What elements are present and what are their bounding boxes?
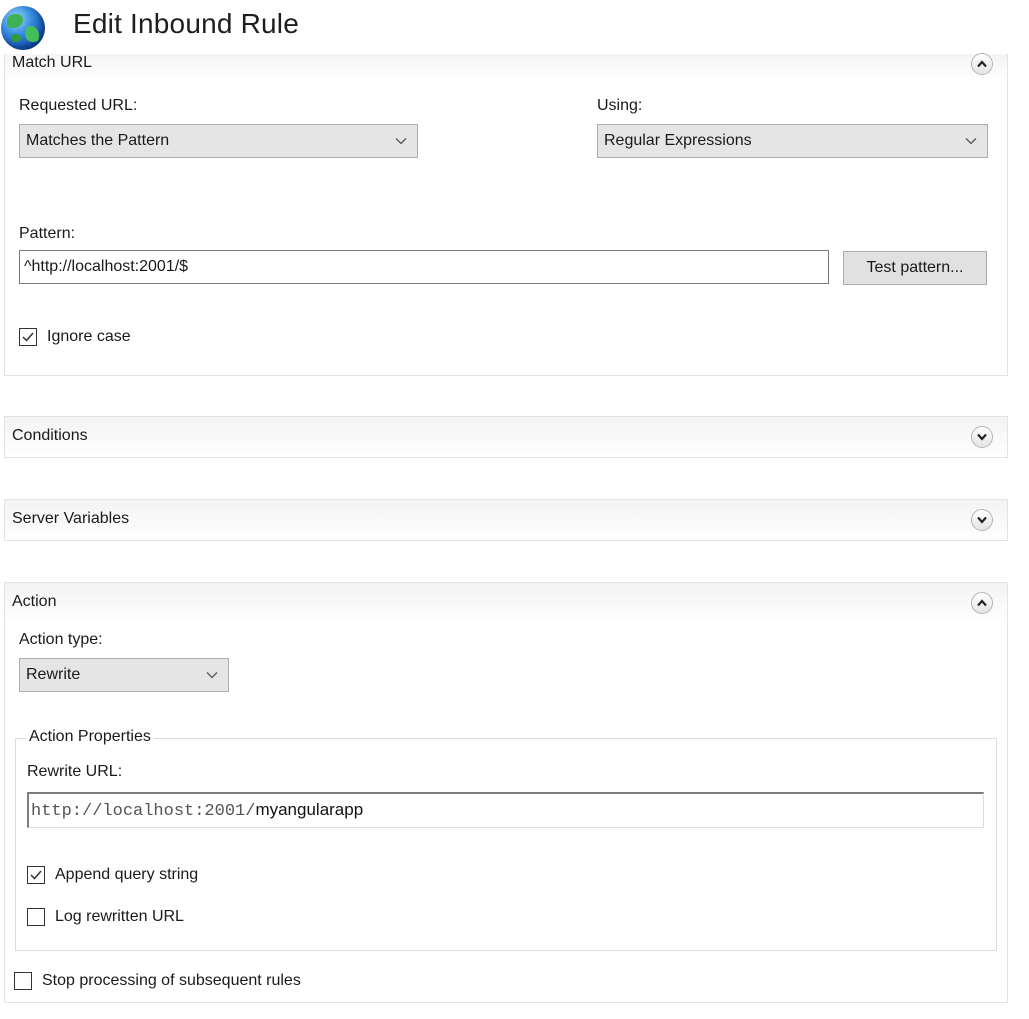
chevron-down-icon: [977, 433, 987, 441]
match-url-title: Match URL: [12, 54, 93, 71]
rewrite-url-input[interactable]: http://localhost:2001/myangularapp: [27, 792, 984, 828]
conditions-title: Conditions: [12, 427, 88, 444]
append-query-string-checkbox[interactable]: Append query string: [27, 866, 198, 884]
ignore-case-checkbox[interactable]: Ignore case: [19, 328, 131, 346]
log-rewritten-url-label: Log rewritten URL: [55, 908, 184, 925]
action-title: Action: [12, 593, 57, 610]
pattern-label: Pattern:: [19, 225, 76, 242]
using-value: Regular Expressions: [604, 132, 752, 149]
title-bar: Edit Inbound Rule: [0, 0, 1029, 54]
collapse-action-button[interactable]: [971, 592, 993, 614]
stop-processing-label: Stop processing of subsequent rules: [42, 972, 301, 989]
server-variables-title: Server Variables: [12, 510, 130, 527]
using-select[interactable]: Regular Expressions: [597, 124, 988, 158]
expand-conditions-button[interactable]: [971, 426, 993, 448]
checkbox-box[interactable]: [27, 908, 45, 926]
expand-server-variables-button[interactable]: [971, 509, 993, 531]
requested-url-select[interactable]: Matches the Pattern: [19, 124, 418, 158]
append-query-string-label: Append query string: [55, 866, 199, 883]
server-variables-panel: Server Variables: [4, 499, 1008, 541]
rewrite-url-prefix: http://localhost:2001/: [31, 802, 256, 821]
stop-processing-checkbox[interactable]: Stop processing of subsequent rules: [14, 972, 301, 990]
checkmark-icon: [30, 870, 42, 880]
pattern-value: ^http://localhost:2001/$: [24, 258, 189, 275]
rewrite-url-label: Rewrite URL:: [27, 763, 123, 780]
collapse-match-url-button[interactable]: [971, 53, 993, 75]
action-panel: Action Action type: Rewrite Action Prope…: [4, 582, 1008, 1003]
rewrite-url-suffix: myangularapp: [255, 800, 364, 819]
checkbox-box[interactable]: [19, 328, 37, 346]
chevron-up-icon: [977, 60, 987, 68]
match-url-panel: Match URL Requested URL: Matches the Pat…: [4, 53, 1008, 376]
conditions-header[interactable]: Conditions: [5, 417, 1007, 457]
chevron-down-icon: [977, 516, 987, 524]
action-type-value: Rewrite: [26, 666, 81, 683]
action-type-select[interactable]: Rewrite: [19, 658, 229, 692]
conditions-panel: Conditions: [4, 416, 1008, 458]
rewrite-url-value: http://localhost:2001/myangularapp: [31, 800, 363, 821]
server-variables-header[interactable]: Server Variables: [5, 500, 1007, 540]
page-title: Edit Inbound Rule: [73, 8, 300, 39]
chevron-down-icon: [206, 672, 218, 679]
action-properties-legend: Action Properties: [26, 728, 154, 746]
globe-icon: [1, 6, 45, 50]
chevron-up-icon: [977, 599, 987, 607]
chevron-down-icon: [965, 138, 977, 145]
test-pattern-button[interactable]: Test pattern...: [843, 251, 987, 285]
ignore-case-label: Ignore case: [47, 328, 131, 345]
requested-url-label: Requested URL:: [19, 97, 138, 114]
action-properties-group: Action Properties Rewrite URL: http://lo…: [15, 728, 997, 951]
action-header[interactable]: Action: [5, 583, 1007, 623]
action-type-label: Action type:: [19, 631, 103, 648]
requested-url-value: Matches the Pattern: [26, 132, 170, 149]
using-label: Using:: [597, 97, 643, 114]
chevron-down-icon: [395, 138, 407, 145]
log-rewritten-url-checkbox[interactable]: Log rewritten URL: [27, 908, 184, 926]
checkmark-icon: [22, 332, 34, 342]
pattern-input[interactable]: ^http://localhost:2001/$: [19, 250, 829, 284]
checkbox-box[interactable]: [27, 866, 45, 884]
match-url-header[interactable]: Match URL: [5, 53, 1007, 78]
checkbox-box[interactable]: [14, 972, 32, 990]
